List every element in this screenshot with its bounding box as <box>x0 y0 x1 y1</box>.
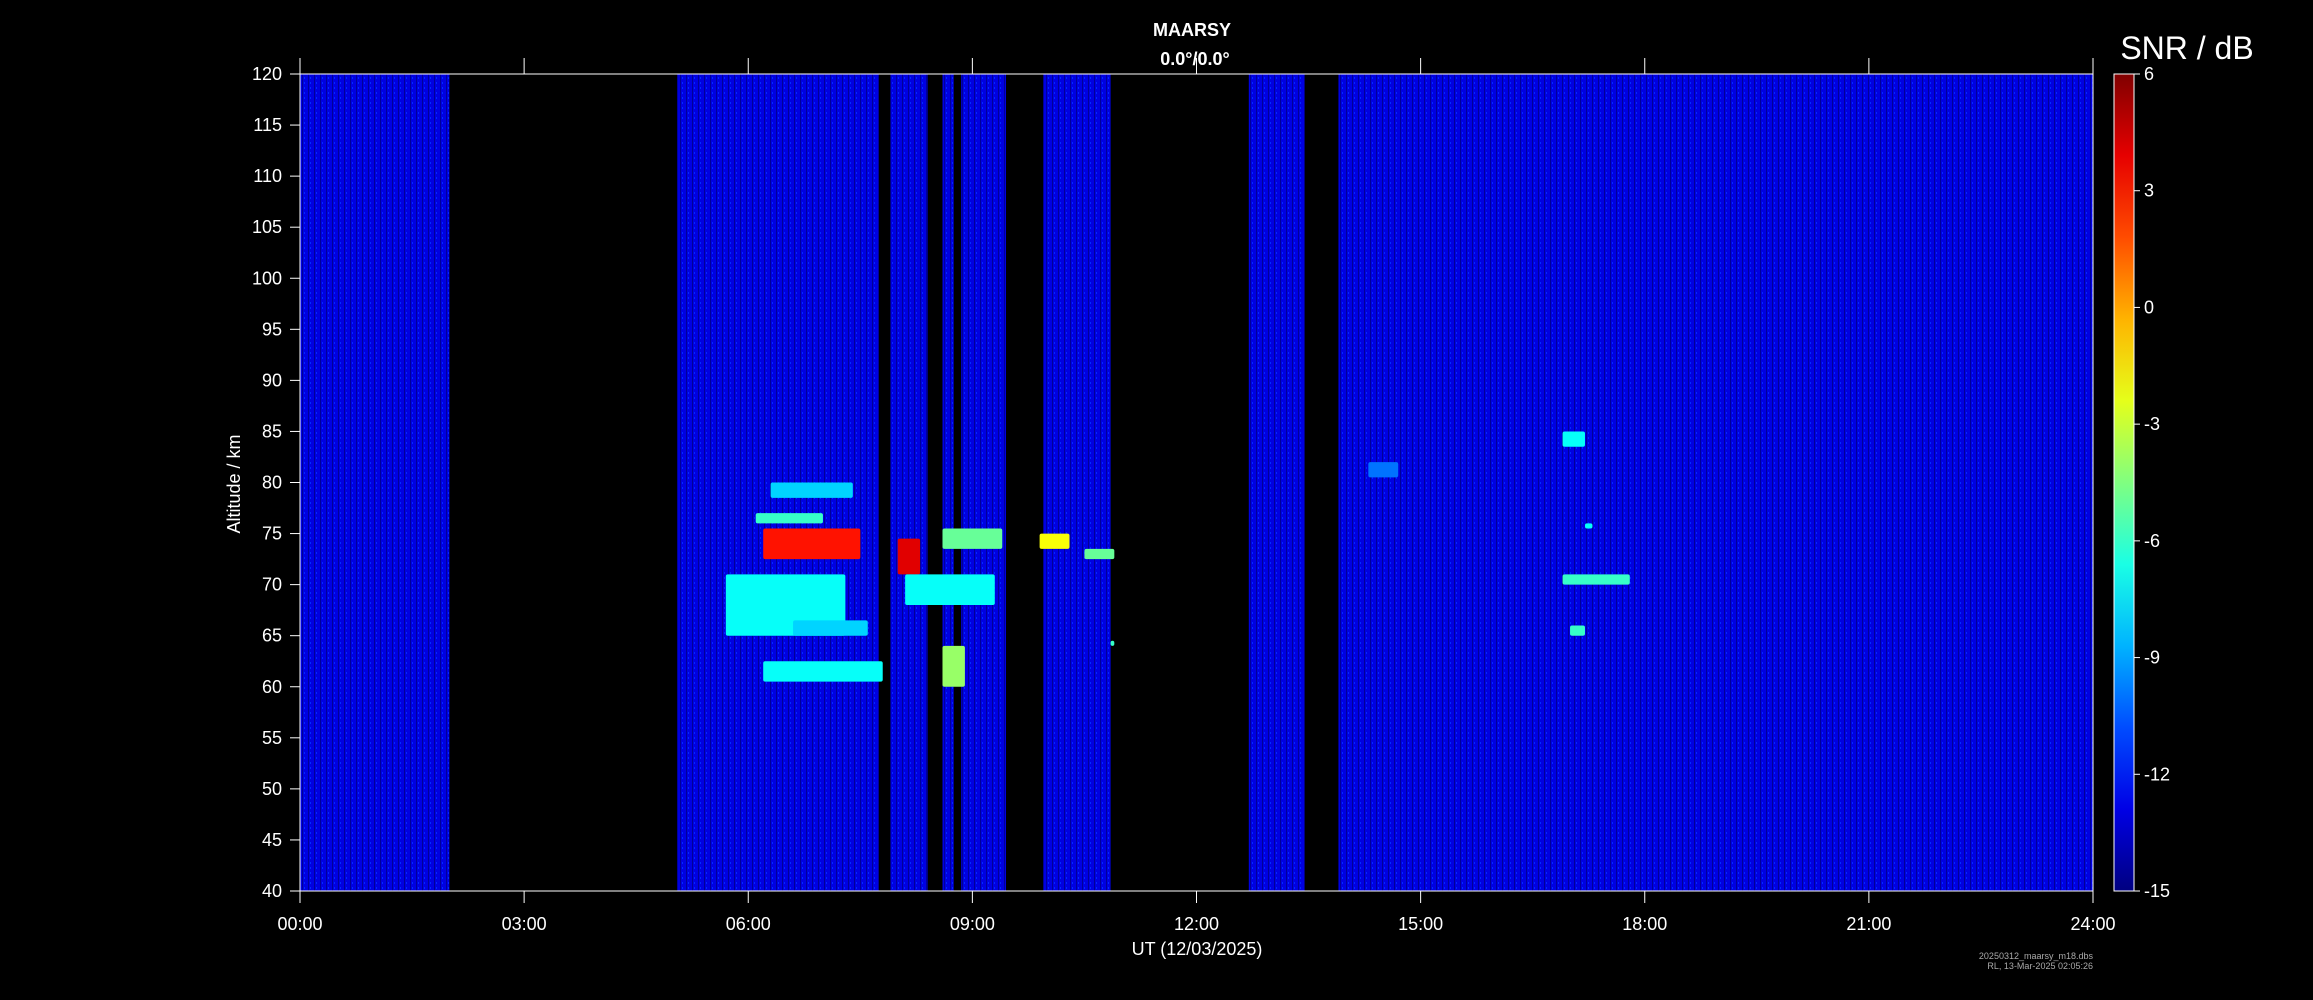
data-coverage-block <box>942 74 954 891</box>
echo-feature <box>763 661 883 682</box>
colorbar-gradient <box>2113 73 2135 892</box>
y-tick-label: 120 <box>252 64 282 84</box>
y-tick-label: 60 <box>262 677 282 697</box>
chart-subtitle: 0.0°/0.0° <box>1160 49 1229 69</box>
y-tick-label: 50 <box>262 779 282 799</box>
y-tick-label: 70 <box>262 575 282 595</box>
data-coverage-block <box>890 74 928 891</box>
colorbar-tick-label: 6 <box>2144 64 2154 84</box>
echo-feature <box>1368 462 1399 478</box>
data-coverage-block <box>1338 74 2093 891</box>
echo-feature <box>1584 523 1593 529</box>
chart-title: MAARSY <box>1153 20 1231 40</box>
echo-feature <box>793 620 868 636</box>
echo-feature <box>770 482 853 498</box>
y-axis-label: Altitude / km <box>224 434 244 533</box>
y-tick-label: 90 <box>262 370 282 390</box>
footer-author-label: RL, 13-Mar-2025 02:05:26 <box>1987 961 2093 971</box>
x-tick-label: 00:00 <box>277 914 322 934</box>
x-tick-label: 21:00 <box>1846 914 1891 934</box>
colorbar-tick-label: -12 <box>2144 764 2170 784</box>
x-tick-label: 06:00 <box>726 914 771 934</box>
data-coverage-block <box>1043 74 1111 891</box>
y-tick-label: 55 <box>262 728 282 748</box>
y-tick-label: 65 <box>262 626 282 646</box>
echo-feature <box>1562 574 1630 585</box>
data-coverage-block <box>300 74 450 891</box>
snr-altitude-time-chart: MAARSY 0.0°/0.0° 00:00 03:00 06:00 09:00 12:… <box>0 0 2313 1000</box>
colorbar-tick-label: -15 <box>2144 881 2170 901</box>
echo-feature <box>905 574 995 606</box>
colorbar-tick-label: -3 <box>2144 414 2160 434</box>
x-tick-label: 03:00 <box>502 914 547 934</box>
y-tick-label: 40 <box>262 881 282 901</box>
echo-feature <box>897 538 921 575</box>
echo-feature <box>1570 625 1585 636</box>
y-tick-label: 105 <box>252 217 282 237</box>
x-tick-label: 09:00 <box>950 914 995 934</box>
y-tick-label: 110 <box>253 166 282 186</box>
y-tick-label: 100 <box>252 268 282 288</box>
colorbar-tick-label: -6 <box>2144 531 2160 551</box>
y-tick-label: 45 <box>262 830 282 850</box>
x-tick-label: 15:00 <box>1398 914 1443 934</box>
echo-feature <box>755 513 823 524</box>
y-tick-label: 80 <box>262 473 282 493</box>
echo-feature <box>942 528 1003 549</box>
echo-feature <box>1562 431 1585 447</box>
x-axis-label: UT (12/03/2025) <box>1132 939 1263 959</box>
echo-feature <box>1039 533 1070 549</box>
footer-file-label: 20250312_maarsy_m18.dbs <box>1979 951 2094 961</box>
data-coverage-block <box>961 74 1006 891</box>
y-tick-label: 95 <box>262 319 282 339</box>
x-tick-label: 24:00 <box>2070 914 2115 934</box>
echo-feature <box>763 528 861 560</box>
data-coverage-block <box>1248 74 1305 891</box>
x-tick-label: 18:00 <box>1622 914 1667 934</box>
x-tick-label: 12:00 <box>1174 914 1219 934</box>
y-tick-label: 85 <box>262 421 282 441</box>
y-tick-label: 115 <box>253 115 282 135</box>
echo-feature <box>1084 548 1115 560</box>
echo-feature <box>942 645 965 687</box>
colorbar-tick-label: -9 <box>2144 648 2160 668</box>
colorbar-tick-label: 0 <box>2144 297 2154 317</box>
y-tick-label: 75 <box>262 524 282 544</box>
colorbar-label: SNR / dB <box>2120 30 2253 66</box>
colorbar-tick-label: 3 <box>2144 181 2154 201</box>
echo-feature <box>1110 640 1115 646</box>
